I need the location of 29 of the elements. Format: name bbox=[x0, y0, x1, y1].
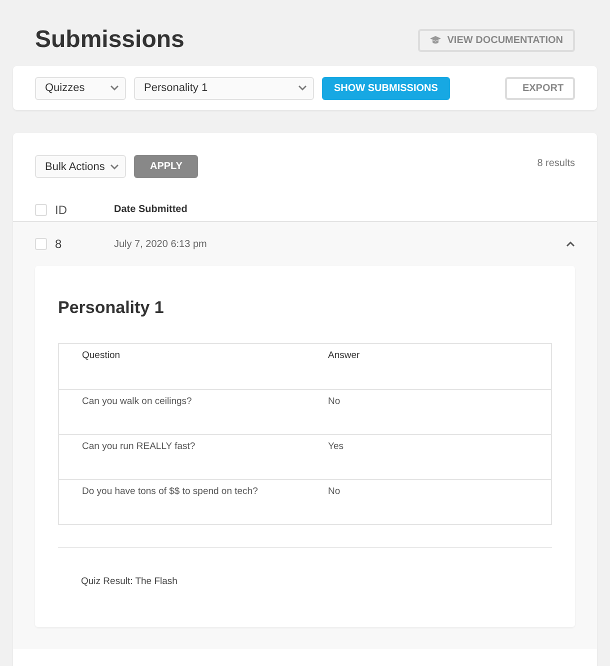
date-cell-text: July 7, 2020 6:13 pm bbox=[114, 238, 208, 250]
quiz-select[interactable]: Personality 1 bbox=[134, 76, 314, 100]
quiz-result: Quiz Result: The Flash bbox=[81, 576, 178, 587]
answer-cell-text: No bbox=[328, 396, 342, 409]
column-header: Answer bbox=[328, 350, 361, 363]
submission-row[interactable]: 8 July 7, 2020 6:13 pm Personality 1 Question Answer Can you walk on ceilings? No Can you run REALLY fast? Yes Do you have tons of $$ to spend on tech? No Quiz Result: The Flash bbox=[13, 222, 597, 649]
column-header: ID bbox=[55, 202, 68, 216]
export-button[interactable]: EXPORT bbox=[505, 76, 575, 100]
chevron-down-icon bbox=[110, 85, 119, 91]
chevron-up-icon[interactable] bbox=[566, 241, 575, 247]
question-cell-text: Do you have tons of $$ to spend on tech? bbox=[82, 486, 259, 499]
column-header: Question bbox=[82, 350, 122, 363]
chevron-down-icon bbox=[110, 164, 119, 170]
results-count: 8 results bbox=[537, 158, 575, 169]
column-header: Date Submitted bbox=[114, 204, 188, 215]
type-select[interactable]: Quizzes bbox=[35, 76, 126, 100]
page-title: Submissions bbox=[35, 26, 184, 54]
chevron-down-icon bbox=[298, 85, 307, 91]
id-cell-text: 8 bbox=[55, 237, 63, 251]
apply-button[interactable]: APPLY bbox=[134, 155, 198, 178]
answer-cell-text: No bbox=[328, 486, 342, 499]
question-cell-text: Can you run REALLY fast? bbox=[82, 441, 196, 454]
question-cell-text: Can you walk on ceilings? bbox=[82, 396, 193, 409]
answer-cell-text: Yes bbox=[328, 441, 344, 454]
bulk-actions-select[interactable]: Bulk Actions bbox=[35, 155, 126, 178]
quiz-title: Personality 1 bbox=[58, 298, 165, 318]
select-all-checkbox[interactable] bbox=[35, 204, 47, 216]
row-checkbox[interactable] bbox=[35, 238, 47, 250]
graduation-cap-icon bbox=[430, 36, 442, 44]
